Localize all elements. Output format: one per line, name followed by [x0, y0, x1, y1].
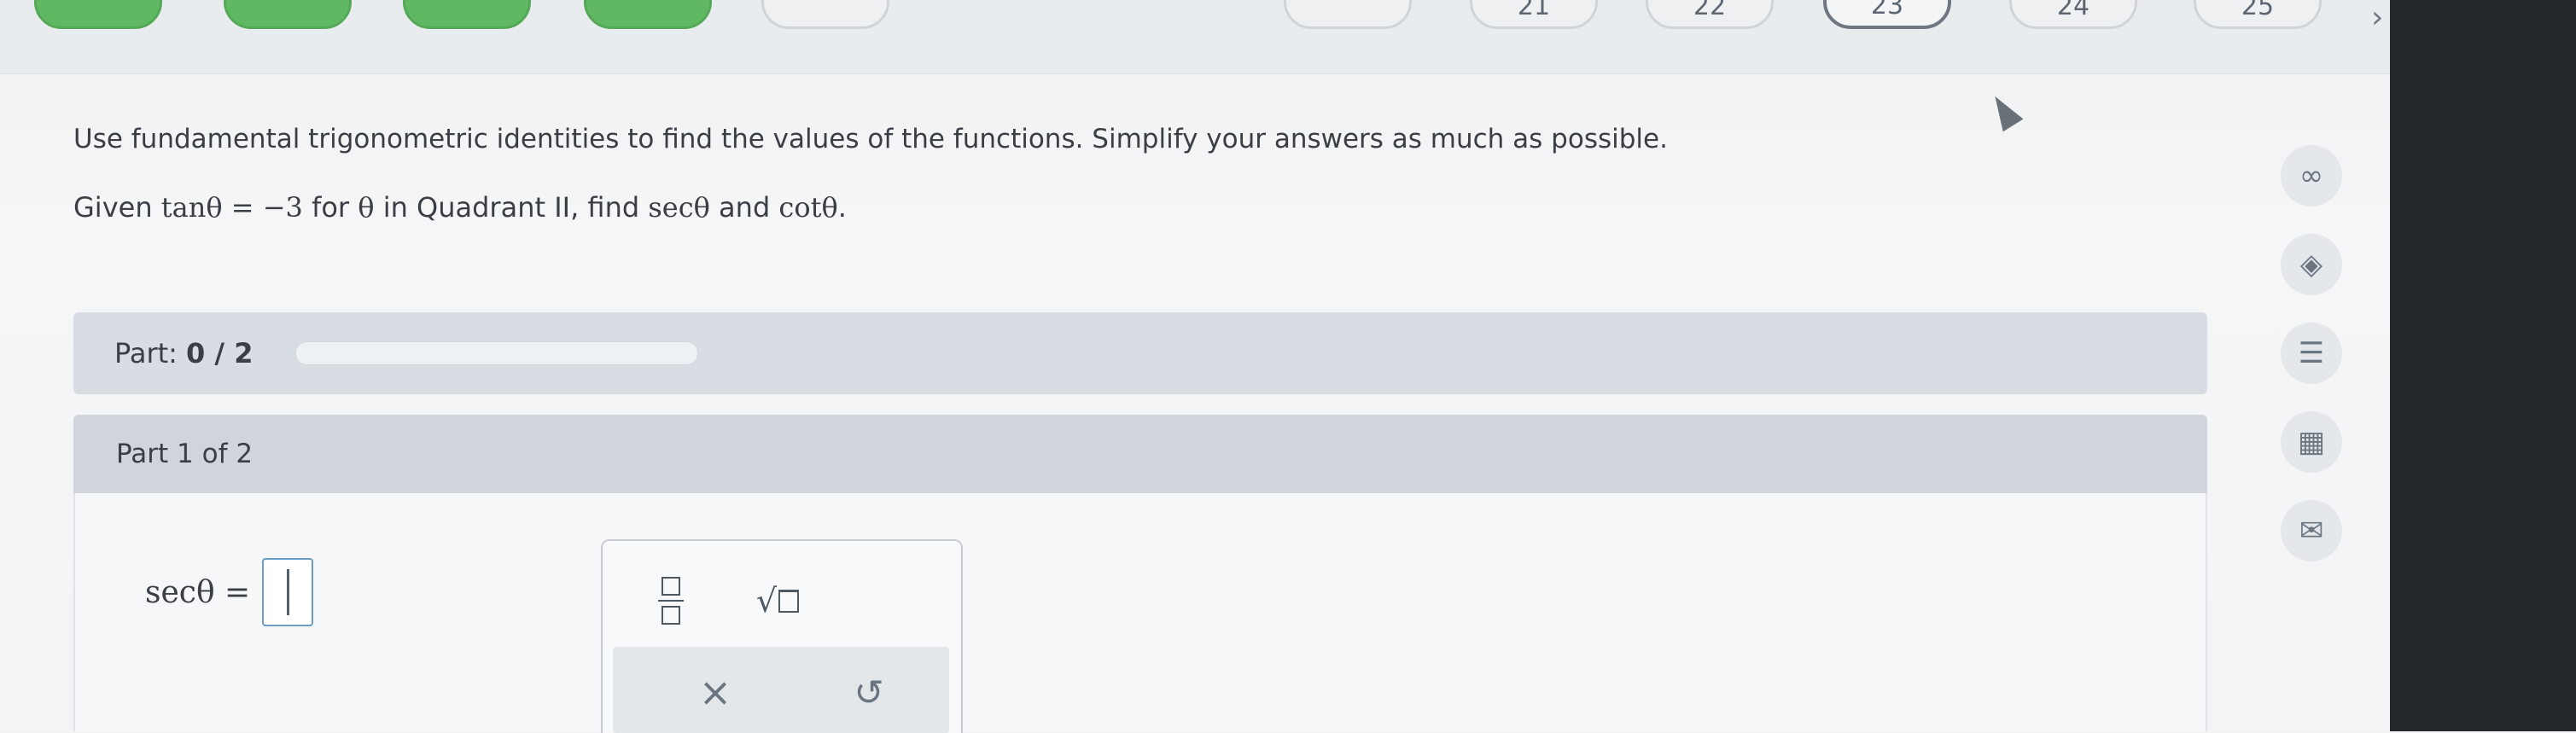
infinity-icon[interactable]: ∞	[2281, 145, 2342, 207]
answer-input[interactable]	[262, 558, 314, 626]
question-nav-item[interactable]: 21	[1470, 0, 1598, 29]
square-root-icon[interactable]: √	[743, 575, 812, 626]
answer-equation: secθ =	[145, 558, 314, 626]
question-nav-item[interactable]	[584, 0, 712, 29]
question-nav-item[interactable]	[761, 0, 889, 29]
calculator-icon[interactable]: ▦	[2281, 411, 2342, 473]
text-cursor	[286, 569, 289, 615]
question-nav-item[interactable]	[1284, 0, 1412, 29]
clear-button[interactable]: ×	[685, 662, 745, 722]
part-header: Part 1 of 2	[73, 415, 2207, 493]
tag-icon[interactable]: ◈	[2281, 234, 2342, 295]
mouse-pointer-icon	[1984, 90, 2024, 132]
question-nav-item[interactable]: 25	[2194, 0, 2322, 29]
equation-lhs: secθ =	[145, 574, 251, 610]
question-nav-item[interactable]: 24	[2009, 0, 2137, 29]
given-equation: tanθ = −3	[160, 191, 303, 224]
side-tools: ∞ ◈ ☰ ▦ ✉	[2277, 145, 2354, 572]
question-nav-item-current[interactable]: 23	[1823, 0, 1951, 29]
find-cot: cotθ	[778, 191, 838, 224]
question-nav-item[interactable]	[403, 0, 531, 29]
dark-side-panel	[2390, 0, 2576, 731]
undo-button[interactable]: ↺	[839, 662, 899, 722]
part-progress-count: 0 / 2	[185, 337, 254, 369]
question-nav-item[interactable]	[224, 0, 352, 29]
fraction-icon[interactable]	[645, 567, 696, 635]
part-body	[73, 493, 2207, 731]
part-progress-bar: Part: 0 / 2	[73, 312, 2207, 394]
main-area: 21 22 23 24 25 › Use fundamental trigono…	[0, 0, 2390, 733]
question-nav-item[interactable]	[34, 0, 162, 29]
chevron-right-icon[interactable]: ›	[2371, 0, 2383, 35]
math-palette: √ × ↺	[601, 539, 963, 733]
question-instructions: Use fundamental trigonometric identities…	[73, 124, 1668, 154]
question-nav-item[interactable]: 22	[1646, 0, 1774, 29]
notes-icon[interactable]: ☰	[2281, 323, 2342, 384]
find-sec: secθ	[648, 191, 710, 224]
mail-icon[interactable]: ✉	[2281, 500, 2342, 561]
palette-actions: × ↺	[613, 647, 949, 733]
question-nav-bar: 21 22 23 24 25 ›	[0, 0, 2390, 74]
question-given: Given tanθ = −3 for θ in Quadrant II, fi…	[73, 191, 847, 224]
progress-track	[295, 341, 699, 365]
